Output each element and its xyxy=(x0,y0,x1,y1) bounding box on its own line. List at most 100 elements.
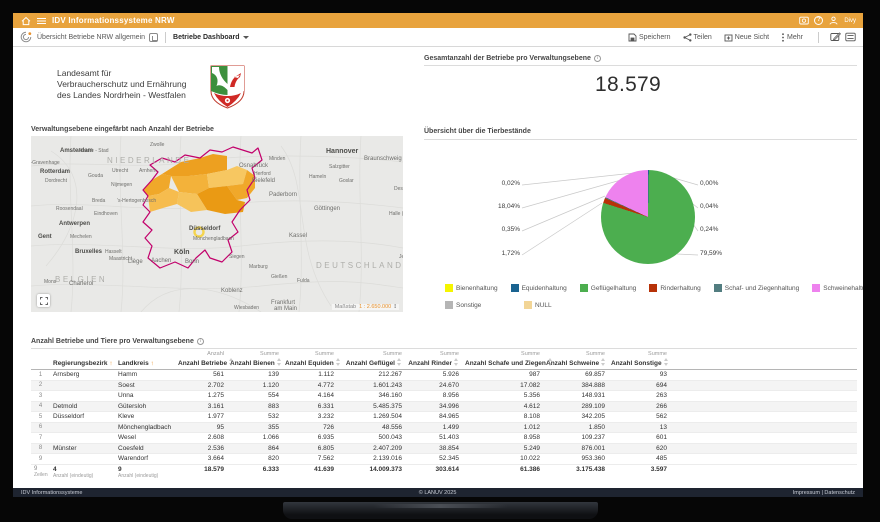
table-cell[interactable]: Münster xyxy=(50,443,115,454)
table-cell[interactable]: 1.066 xyxy=(227,433,282,444)
table-cell[interactable]: 2.702 xyxy=(175,380,227,391)
legend-item[interactable]: Sonstige xyxy=(445,301,511,309)
list-icon[interactable] xyxy=(845,32,856,42)
table-cell[interactable]: 6.805 xyxy=(282,443,337,454)
sort-icon[interactable] xyxy=(336,358,341,366)
page-selector[interactable]: Betriebe Dashboard xyxy=(173,34,240,41)
legend-item[interactable]: Geflügelhaltung xyxy=(580,284,637,292)
table-cell[interactable]: 1.112 xyxy=(282,370,337,381)
table-cell[interactable]: 3.232 xyxy=(282,412,337,423)
table-cell[interactable]: 266 xyxy=(608,401,670,412)
table-cell[interactable]: 289.109 xyxy=(543,401,608,412)
table-cell[interactable]: 561 xyxy=(175,370,227,381)
table-cell[interactable]: 485 xyxy=(608,454,670,465)
legend-item[interactable]: Bienenhaltung xyxy=(445,284,498,292)
table-cell[interactable]: 1.499 xyxy=(405,422,462,433)
column-header[interactable]: Summe Anzahl Schafe und Ziegen xyxy=(462,350,543,370)
table-cell[interactable]: 3.664 xyxy=(175,454,227,465)
table-cell[interactable]: 2.608 xyxy=(175,433,227,444)
table-cell[interactable]: Wesel xyxy=(115,433,175,444)
table-cell[interactable]: 69.857 xyxy=(543,370,608,381)
user-icon[interactable] xyxy=(828,15,839,26)
table-cell[interactable]: 4.612 xyxy=(462,401,543,412)
save-button[interactable]: Speichern xyxy=(624,33,675,42)
table-row[interactable]: 1ArnsbergHamm5611391.112212.2675.9269876… xyxy=(31,370,857,381)
pie-callout[interactable]: 0,02% xyxy=(478,180,520,187)
table-cell[interactable]: 13 xyxy=(608,422,670,433)
table-cell[interactable]: 109.237 xyxy=(543,433,608,444)
table-cell[interactable]: 554 xyxy=(227,391,282,402)
table-cell[interactable]: 694 xyxy=(608,380,670,391)
table-cell[interactable]: Mönchengladbach xyxy=(115,422,175,433)
table-cell[interactable] xyxy=(50,391,115,402)
table-cell[interactable]: 48.556 xyxy=(337,422,405,433)
footer-links[interactable]: Impressum | Datenschutz xyxy=(793,490,855,496)
pie-callout[interactable]: 0,00% xyxy=(700,180,718,187)
column-header[interactable]: Summe Anzahl Bienen xyxy=(227,350,282,370)
pie-callout[interactable]: 0,24% xyxy=(700,226,718,233)
table-cell[interactable]: Detmold xyxy=(50,401,115,412)
table-cell[interactable]: 2.139.016 xyxy=(337,454,405,465)
table-cell[interactable]: Arnsberg xyxy=(50,370,115,381)
table-cell[interactable]: 953.360 xyxy=(543,454,608,465)
column-header[interactable]: Summe Anzahl Rinder xyxy=(405,350,462,370)
table-cell[interactable]: 876.001 xyxy=(543,443,608,454)
table-cell[interactable]: 5.926 xyxy=(405,370,462,381)
table-cell[interactable]: 355 xyxy=(227,422,282,433)
table-cell[interactable]: 17.082 xyxy=(462,380,543,391)
table-cell[interactable]: 620 xyxy=(608,443,670,454)
table-cell[interactable] xyxy=(50,433,115,444)
column-header[interactable]: Summe Anzahl Sonstige xyxy=(608,350,670,370)
table-cell[interactable]: 3.161 xyxy=(175,401,227,412)
table-cell[interactable]: 601 xyxy=(608,433,670,444)
legend-item[interactable]: NULL xyxy=(524,301,590,309)
table-cell[interactable]: 6.331 xyxy=(282,401,337,412)
table-row[interactable]: 6Mönchengladbach9535572648.5561.4991.012… xyxy=(31,422,857,433)
pie-callout[interactable]: 0,35% xyxy=(478,226,520,233)
table-row[interactable]: 3Unna1.2755544.164346.1608.9565.356148.9… xyxy=(31,391,857,402)
table-cell[interactable]: Hamm xyxy=(115,370,175,381)
pie-callout[interactable]: 0,04% xyxy=(700,203,718,210)
sort-icon[interactable] xyxy=(229,358,234,366)
table-cell[interactable]: 8.956 xyxy=(405,391,462,402)
table-cell[interactable]: 1.269.504 xyxy=(337,412,405,423)
story-variant-badge-icon[interactable] xyxy=(149,33,158,42)
table-cell[interactable]: 93 xyxy=(608,370,670,381)
table-cell[interactable]: 500.043 xyxy=(337,433,405,444)
table-cell[interactable]: 5.356 xyxy=(462,391,543,402)
column-header[interactable]: Landkreis ↑ xyxy=(115,350,175,370)
table-cell[interactable]: Unna xyxy=(115,391,175,402)
menu-icon[interactable] xyxy=(36,15,47,26)
legend-item[interactable]: Rinderhaltung xyxy=(649,284,700,292)
table-cell[interactable]: Gütersloh xyxy=(115,401,175,412)
table-cell[interactable] xyxy=(50,380,115,391)
table-cell[interactable]: 2.407.209 xyxy=(337,443,405,454)
chevron-down-icon[interactable] xyxy=(243,36,249,39)
map-panel[interactable]: NIEDERLANDEBELGIENDEUTSCHLAND ZwolleAmst… xyxy=(31,136,403,312)
table-cell[interactable]: 212.267 xyxy=(337,370,405,381)
row-number[interactable]: 1 xyxy=(31,370,50,381)
table-cell[interactable]: 883 xyxy=(227,401,282,412)
table-cell[interactable]: 263 xyxy=(608,391,670,402)
table-cell[interactable]: 1.850 xyxy=(543,422,608,433)
table-cell[interactable]: 5.485.375 xyxy=(337,401,405,412)
table-cell[interactable]: 820 xyxy=(227,454,282,465)
new-view-button[interactable]: Neue Sicht xyxy=(720,33,773,42)
row-number[interactable]: 3 xyxy=(31,391,50,402)
screenshot-icon[interactable] xyxy=(798,15,809,26)
row-number[interactable]: 6 xyxy=(31,422,50,433)
table-cell[interactable]: 95 xyxy=(175,422,227,433)
row-number[interactable]: 9 xyxy=(31,454,50,465)
table-cell[interactable]: 6.935 xyxy=(282,433,337,444)
pie-callout[interactable]: 79,59% xyxy=(700,250,722,257)
row-number[interactable]: 8 xyxy=(31,443,50,454)
table-cell[interactable]: 384.888 xyxy=(543,380,608,391)
pie-callout[interactable]: 1,72% xyxy=(478,250,520,257)
legend-item[interactable]: Schaf- und Ziegenhaltung xyxy=(714,284,799,292)
sort-asc-icon[interactable]: ↑ xyxy=(109,360,112,367)
table-cell[interactable]: 8.108 xyxy=(462,412,543,423)
column-header[interactable]: Summe Anzahl Geflügel xyxy=(337,350,405,370)
table-cell[interactable]: 342.205 xyxy=(543,412,608,423)
table-cell[interactable]: 1.012 xyxy=(462,422,543,433)
sort-icon[interactable] xyxy=(601,358,606,366)
